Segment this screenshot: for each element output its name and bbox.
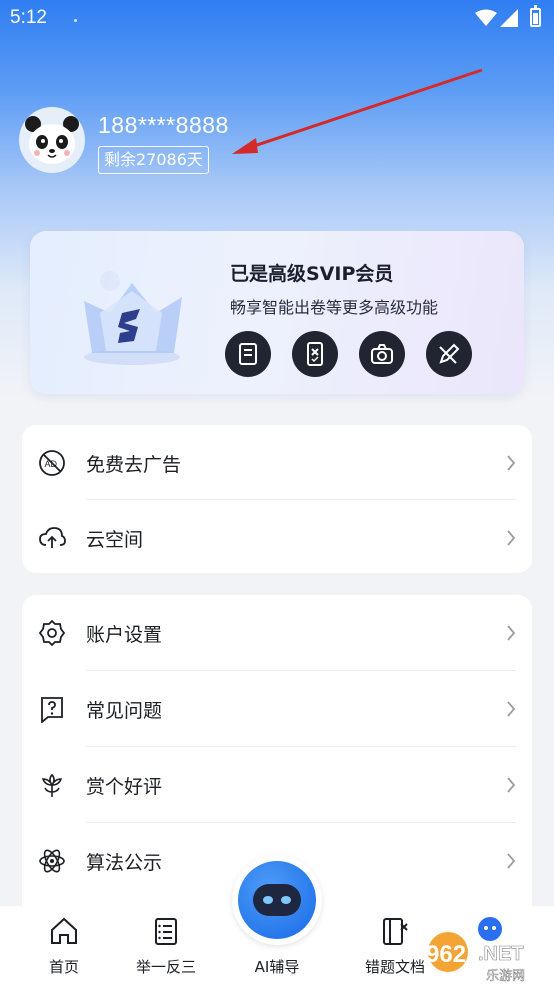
chevron-right-icon [507,625,516,641]
menu-card-1: AD 免费去广告 云空间 [22,425,532,573]
wrong-docs-icon [383,918,408,945]
menu-label-faq: 常见问题 [86,699,163,722]
vip-title: 已是高级SVIP会员 [230,263,394,285]
camera-icon [371,344,393,364]
chevron-right-icon [507,455,516,471]
svg-text:乐游网: 乐游网 [486,969,525,984]
question-icon [41,697,63,723]
svg-text:962: 962 [426,941,466,968]
menu-label-account-settings: 账户设置 [86,623,163,646]
menu-item-rate[interactable]: 赏个好评 [22,747,532,823]
chevron-right-icon [507,777,516,793]
vip-card[interactable]: 已是高级SVIP会员 畅享智能出卷等更多高级功能 [30,231,524,394]
robot-icon [253,884,301,916]
chevron-right-icon [507,530,516,546]
tab-analogy[interactable]: 举一反三 [116,906,216,984]
wrong-answer-icon [307,342,323,366]
vip-crown-icon [84,271,182,365]
menu-item-cloud[interactable]: 云空间 [22,500,532,576]
vip-feature-wrong[interactable] [292,331,338,377]
flower-icon [41,773,63,797]
tab-ai-label: AI辅导 [254,958,300,976]
ai-tutor-circle [238,861,316,939]
cloud-upload-icon [39,527,66,548]
annotation-arrow [232,68,483,154]
menu-label-algorithm: 算法公示 [86,851,163,874]
ai-tutor-button[interactable] [232,855,322,945]
menu-label-remove-ads: 免费去广告 [86,453,182,476]
menu-item-faq[interactable]: 常见问题 [22,671,532,747]
svg-text:.NET: .NET [478,943,524,965]
atom-icon [39,849,65,873]
menu-label-cloud: 云空间 [86,528,144,551]
vip-feature-camera[interactable] [359,331,405,377]
tab-analogy-label: 举一反三 [135,958,196,976]
vip-feature-scroll[interactable] [225,331,271,377]
pencil-ruler-icon [439,343,460,364]
no-ads-icon: AD [39,450,65,476]
gear-icon [38,619,66,647]
numbered-list-icon [155,918,177,945]
tab-home[interactable]: 首页 [24,906,104,984]
watermark-logo: 962 .NET 乐游网 [426,932,525,984]
menu-item-remove-ads[interactable]: AD 免费去广告 [22,425,532,501]
tab-home-label: 首页 [48,958,79,976]
menu-item-account-settings[interactable]: 账户设置 [22,595,532,671]
chevron-right-icon [507,701,516,717]
vip-subtitle: 畅享智能出卷等更多高级功能 [230,298,439,317]
vip-feature-pencil[interactable] [426,331,472,377]
home-icon [51,917,77,944]
chevron-right-icon [507,853,516,869]
document-scroll-icon [239,343,257,365]
menu-label-rate: 赏个好评 [86,775,163,798]
